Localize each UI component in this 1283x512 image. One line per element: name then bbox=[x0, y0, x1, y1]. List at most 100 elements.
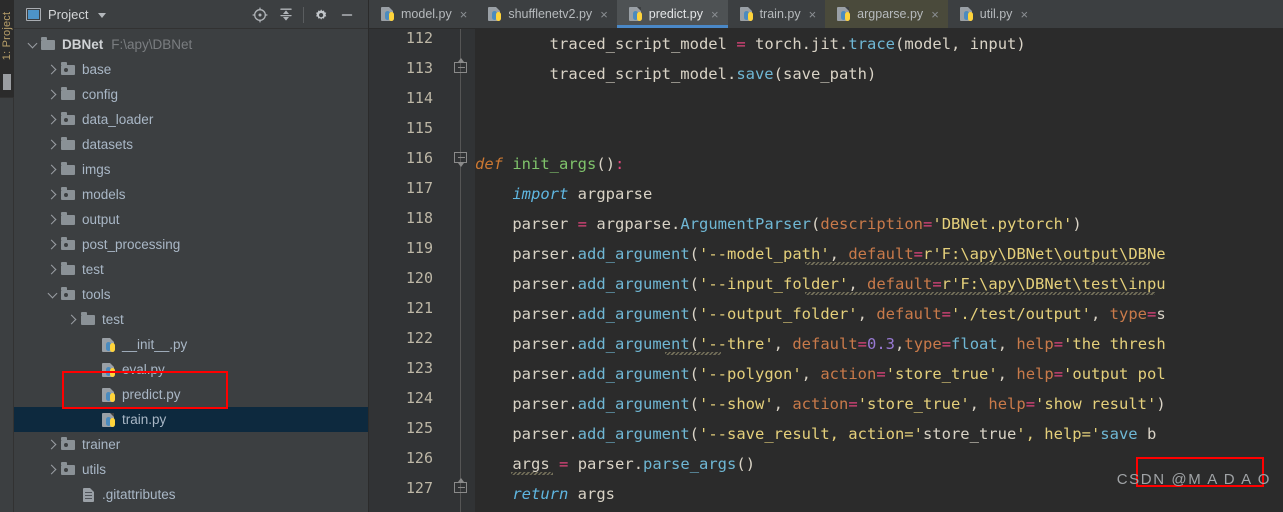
tree-item-train-py[interactable]: train.py bbox=[14, 407, 368, 432]
chevron-down-icon[interactable] bbox=[24, 37, 40, 53]
tree-item-base[interactable]: base bbox=[14, 57, 368, 82]
code-editor[interactable]: 112 113 114 115 116 117 118 119 120 121 122 123 124 1… bbox=[369, 29, 1283, 512]
code-line[interactable]: parser.add_argument('--input_folder', de… bbox=[475, 269, 1283, 299]
editor-tab-train-py[interactable]: train.py × bbox=[728, 0, 826, 28]
operator: = bbox=[913, 245, 924, 263]
code-line[interactable]: parser = argparse.ArgumentParser(descrip… bbox=[475, 209, 1283, 239]
method-name: add_argument bbox=[577, 305, 690, 323]
tree-item-tools[interactable]: tools bbox=[14, 282, 368, 307]
fold-end-icon[interactable] bbox=[454, 58, 467, 75]
chevron-down-icon[interactable] bbox=[44, 287, 60, 303]
strip-tab-project-label: 1: Project bbox=[1, 11, 13, 61]
tree-item-dbnet[interactable]: DBNet F:\apy\DBNet bbox=[14, 32, 368, 57]
code-line[interactable]: parser.add_argument('--show', action='st… bbox=[475, 389, 1283, 419]
chevron-right-icon[interactable] bbox=[44, 237, 60, 253]
tree-item-trainer[interactable]: trainer bbox=[14, 432, 368, 457]
chevron-right-icon[interactable] bbox=[44, 187, 60, 203]
code-line[interactable]: import argparse bbox=[475, 179, 1283, 209]
punctuation: ( bbox=[689, 425, 699, 443]
tree-item-data-loader[interactable]: data_loader bbox=[14, 107, 368, 132]
keyword-argument: default bbox=[848, 245, 914, 263]
identifier: b bbox=[1146, 425, 1157, 443]
tree-item-post-processing[interactable]: post_processing bbox=[14, 232, 368, 257]
chevron-right-icon[interactable] bbox=[44, 462, 60, 478]
keyword-argument: default bbox=[867, 275, 933, 293]
close-icon[interactable]: × bbox=[931, 8, 939, 21]
chevron-right-icon[interactable] bbox=[44, 262, 60, 278]
keyword: import bbox=[512, 185, 569, 203]
code-line[interactable]: parser.add_argument('--thre', default=0.… bbox=[475, 329, 1283, 359]
code-line[interactable] bbox=[475, 89, 1283, 119]
tree-item-test[interactable]: test bbox=[14, 257, 368, 282]
gear-icon[interactable] bbox=[308, 2, 334, 28]
line-number: 112 bbox=[405, 29, 433, 47]
punctuation: ( bbox=[596, 155, 606, 173]
chevron-right-icon[interactable] bbox=[44, 212, 60, 228]
code-line[interactable]: parser.add_argument('--polygon', action=… bbox=[475, 359, 1283, 389]
chevron-right-icon[interactable] bbox=[44, 437, 60, 453]
code-line[interactable]: parser.add_argument('--output_folder', d… bbox=[475, 299, 1283, 329]
folder-icon bbox=[60, 262, 77, 278]
python-file-icon bbox=[486, 6, 502, 22]
tree-item-predict-py[interactable]: predict.py bbox=[14, 382, 368, 407]
locate-target-icon[interactable] bbox=[247, 2, 273, 28]
close-icon[interactable]: × bbox=[711, 8, 719, 21]
inspection-squiggle bbox=[805, 262, 1150, 265]
project-tree[interactable]: DBNet F:\apy\DBNet base config data_loader da… bbox=[14, 29, 368, 507]
keyword-argument: type bbox=[1109, 305, 1147, 323]
punctuation: ( bbox=[689, 395, 699, 413]
method-name: add_argument bbox=[577, 335, 690, 353]
tree-item-test[interactable]: test bbox=[14, 307, 368, 332]
tree-item-datasets[interactable]: datasets bbox=[14, 132, 368, 157]
fold-guide-line bbox=[460, 29, 461, 512]
code-line[interactable]: def init_args(): bbox=[475, 149, 1283, 179]
code-line[interactable]: parser.add_argument('--save_result, acti… bbox=[475, 419, 1283, 449]
tree-item-label: imgs bbox=[82, 162, 111, 177]
code-text[interactable]: traced_script_model = torch.jit.trace(mo… bbox=[475, 29, 1283, 512]
tree-item-models[interactable]: models bbox=[14, 182, 368, 207]
chevron-right-icon[interactable] bbox=[44, 112, 60, 128]
tree-item-output[interactable]: output bbox=[14, 207, 368, 232]
editor-tab-shufflenetv2-py[interactable]: shufflenetv2.py × bbox=[476, 0, 616, 28]
keyword-argument: help bbox=[1016, 335, 1054, 353]
close-icon[interactable]: × bbox=[1020, 8, 1028, 21]
code-line[interactable]: traced_script_model.save(save_path) bbox=[475, 59, 1283, 89]
editor-tab-util-py[interactable]: util.py × bbox=[948, 0, 1037, 28]
punctuation: . bbox=[568, 425, 578, 443]
close-icon[interactable]: × bbox=[460, 8, 468, 21]
tree-item-config[interactable]: config bbox=[14, 82, 368, 107]
close-icon[interactable]: × bbox=[809, 8, 817, 21]
chevron-right-icon[interactable] bbox=[44, 162, 60, 178]
code-line[interactable] bbox=[475, 119, 1283, 149]
punctuation: ) bbox=[745, 455, 756, 473]
chevron-right-icon[interactable] bbox=[64, 312, 80, 328]
editor-tab-label: shufflenetv2.py bbox=[508, 7, 593, 21]
folder-icon bbox=[60, 212, 77, 228]
tree-item-gitattributes[interactable]: .gitattributes bbox=[14, 482, 368, 507]
tree-item-utils[interactable]: utils bbox=[14, 457, 368, 482]
editor-tab-bar[interactable]: model.py × shufflenetv2.py × predict.py × trai… bbox=[369, 0, 1283, 29]
tree-item-eval-py[interactable]: eval.py bbox=[14, 357, 368, 382]
string-literal: '--save_result, action=' bbox=[699, 425, 923, 443]
chevron-down-icon[interactable] bbox=[98, 12, 107, 18]
project-view-selector[interactable]: Project bbox=[14, 7, 107, 22]
collapse-all-icon[interactable] bbox=[273, 2, 299, 28]
editor-tab-argparse-py[interactable]: argparse.py × bbox=[825, 0, 948, 28]
code-line[interactable]: traced_script_model = torch.jit.trace(mo… bbox=[475, 29, 1283, 59]
code-line[interactable]: parser.add_argument('--model_path', defa… bbox=[475, 239, 1283, 269]
minimize-icon[interactable] bbox=[334, 2, 360, 28]
string-literal: '--input_folder' bbox=[699, 275, 849, 293]
chevron-right-icon[interactable] bbox=[44, 87, 60, 103]
editor-tab-predict-py[interactable]: predict.py × bbox=[616, 0, 728, 28]
close-icon[interactable]: × bbox=[600, 8, 608, 21]
tree-item-init-py[interactable]: __init__.py bbox=[14, 332, 368, 357]
chevron-right-icon[interactable] bbox=[44, 137, 60, 153]
tree-item-imgs[interactable]: imgs bbox=[14, 157, 368, 182]
fold-end-icon[interactable] bbox=[454, 478, 467, 495]
strip-tab-project[interactable]: 1: Project bbox=[0, 0, 14, 98]
chevron-right-icon[interactable] bbox=[44, 62, 60, 78]
source-folder-icon bbox=[60, 112, 77, 128]
editor-tab-model-py[interactable]: model.py × bbox=[369, 0, 476, 28]
fold-collapse-icon[interactable] bbox=[454, 152, 467, 167]
punctuation: ( bbox=[689, 365, 699, 383]
